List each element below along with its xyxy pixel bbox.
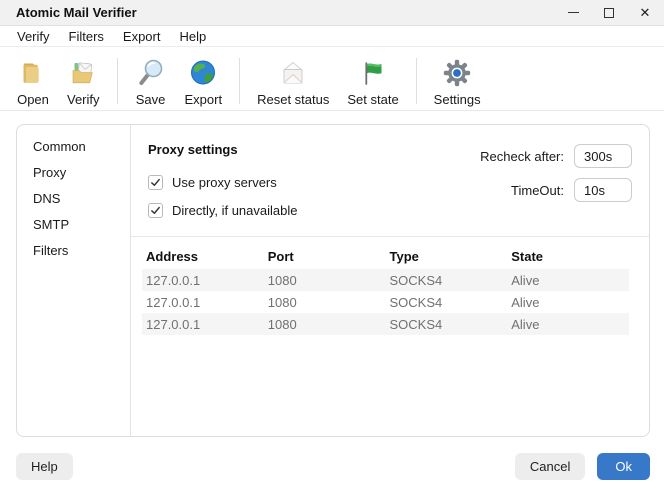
magnifier-icon: [138, 59, 162, 85]
recheck-after-input[interactable]: [574, 144, 632, 168]
gear-icon: [443, 59, 471, 87]
recheck-after-label: Recheck after:: [480, 148, 564, 164]
cell-type: SOCKS4: [389, 272, 443, 288]
export-label: Export: [184, 92, 223, 107]
window-title: Atomic Mail Verifier: [16, 5, 137, 20]
toolbar: Open Verify Save Export Reset status Set…: [0, 47, 664, 111]
column-header-state: State: [511, 248, 544, 264]
cell-state: Alive: [511, 272, 540, 288]
toolbar-separator: [239, 58, 241, 104]
cell-port: 1080: [267, 272, 297, 288]
sidebar-item-proxy[interactable]: Proxy: [17, 159, 130, 185]
footer-actions: Cancel Ok: [514, 453, 650, 480]
reset-status-label: Reset status: [257, 92, 330, 107]
cell-type: SOCKS4: [389, 316, 443, 332]
proxy-options-section: Proxy settings Use proxy servers Directl…: [131, 125, 649, 237]
proxy-server-table: Address Port Type State 127.0.0.1 1080 S…: [142, 243, 629, 335]
proxy-table-section: Address Port Type State 127.0.0.1 1080 S…: [131, 237, 649, 335]
use-proxy-checkbox[interactable]: [148, 175, 163, 190]
help-button[interactable]: Help: [16, 453, 73, 480]
envelope-icon: [282, 61, 304, 84]
save-button[interactable]: Save: [126, 55, 176, 109]
set-state-button[interactable]: Set state: [338, 55, 407, 109]
set-state-label: Set state: [347, 92, 399, 107]
title-bar: Atomic Mail Verifier ✕: [0, 0, 664, 26]
table-row[interactable]: 127.0.0.1 1080 SOCKS4 Alive: [142, 291, 629, 313]
reset-status-button[interactable]: Reset status: [248, 55, 338, 109]
settings-panel: Common Proxy DNS SMTP Filters Proxy sett…: [16, 124, 650, 437]
close-icon: ✕: [639, 5, 651, 20]
sidebar-item-filters[interactable]: Filters: [17, 237, 130, 263]
use-proxy-label: Use proxy servers: [172, 175, 277, 190]
timeout-row: TimeOut:: [480, 178, 632, 202]
checkmark-icon: [151, 178, 160, 186]
table-header-row: Address Port Type State: [142, 243, 629, 269]
menu-help[interactable]: Help: [179, 29, 206, 44]
cell-port: 1080: [267, 316, 297, 332]
use-proxy-checkbox-row[interactable]: Use proxy servers: [148, 175, 297, 190]
cancel-button[interactable]: Cancel: [514, 453, 586, 480]
cell-state: Alive: [511, 316, 540, 332]
toolbar-separator: [415, 58, 417, 104]
timeout-input[interactable]: [574, 178, 632, 202]
close-button[interactable]: ✕: [638, 6, 652, 20]
directly-checkbox-row[interactable]: Directly, if unavailable: [148, 203, 297, 218]
open-button[interactable]: Open: [8, 55, 58, 109]
minimize-icon: [567, 12, 579, 13]
settings-button[interactable]: Settings: [425, 55, 490, 109]
menu-export[interactable]: Export: [123, 29, 161, 44]
maximize-button[interactable]: [602, 6, 616, 20]
ok-button[interactable]: Ok: [597, 453, 650, 480]
cell-address: 127.0.0.1: [146, 272, 201, 288]
directly-label: Directly, if unavailable: [172, 203, 298, 218]
flag-icon: [365, 62, 382, 85]
cell-address: 127.0.0.1: [146, 316, 201, 332]
checkmark-icon: [151, 206, 160, 214]
column-header-address: Address: [146, 248, 199, 264]
directly-checkbox[interactable]: [148, 203, 163, 218]
cell-state: Alive: [511, 294, 540, 310]
timeout-label: TimeOut:: [511, 182, 564, 198]
export-button[interactable]: Export: [176, 55, 232, 109]
dialog-footer: Help Cancel Ok: [0, 437, 664, 480]
proxy-page: Proxy settings Use proxy servers Directl…: [131, 125, 649, 436]
recheck-after-row: Recheck after:: [480, 144, 632, 168]
proxy-options-left: Proxy settings Use proxy servers Directl…: [148, 142, 297, 236]
menu-filters[interactable]: Filters: [69, 29, 104, 44]
verify-button[interactable]: Verify: [58, 55, 109, 109]
window-controls: ✕: [566, 6, 652, 20]
cell-type: SOCKS4: [389, 294, 443, 310]
table-row[interactable]: 127.0.0.1 1080 SOCKS4 Alive: [142, 313, 629, 335]
page-title: Proxy settings: [148, 142, 238, 157]
proxy-timing-fields: Recheck after: TimeOut:: [480, 142, 632, 236]
verify-label: Verify: [67, 92, 100, 107]
maximize-icon: [604, 7, 614, 18]
folder-mail-icon: [72, 62, 93, 84]
toolbar-separator: [116, 58, 118, 104]
column-header-port: Port: [267, 248, 294, 264]
globe-icon: [191, 60, 216, 85]
cell-port: 1080: [267, 294, 297, 310]
sidebar-item-dns[interactable]: DNS: [17, 185, 130, 211]
menu-bar: Verify Filters Export Help: [0, 26, 664, 47]
open-label: Open: [17, 92, 49, 107]
sidebar-item-common[interactable]: Common: [17, 133, 130, 159]
save-label: Save: [135, 92, 166, 107]
folder-icon: [23, 63, 39, 83]
minimize-button[interactable]: [566, 6, 580, 20]
table-row[interactable]: 127.0.0.1 1080 SOCKS4 Alive: [142, 269, 629, 291]
sidebar-item-smtp[interactable]: SMTP: [17, 211, 130, 237]
settings-sidebar: Common Proxy DNS SMTP Filters: [17, 125, 131, 436]
settings-label: Settings: [433, 92, 481, 107]
column-header-type: Type: [389, 248, 419, 264]
cell-address: 127.0.0.1: [146, 294, 201, 310]
menu-verify[interactable]: Verify: [17, 29, 50, 44]
